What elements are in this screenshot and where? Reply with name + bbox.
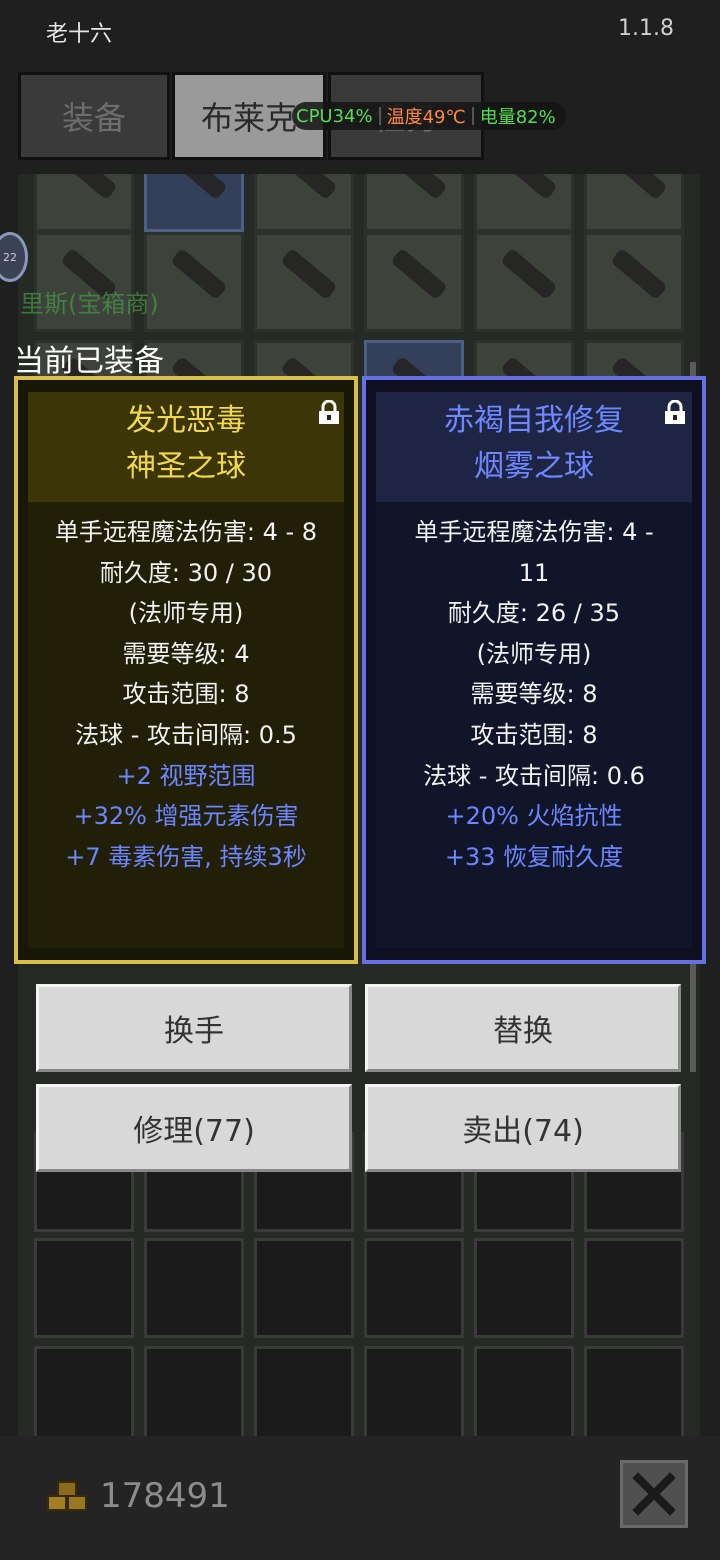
stat-line: (法师专用) bbox=[128, 599, 244, 628]
item-sprite bbox=[170, 174, 228, 201]
equipped-heading: 当前已装备 bbox=[14, 344, 164, 379]
item-stats: 单手远程魔法伤害: 4 - 8 耐久度: 30 / 30 (法师专用) 需要等级… bbox=[28, 512, 344, 877]
bonus-line: +32% 增强元素伤害 bbox=[73, 802, 299, 831]
stat-line: 需要等级: 4 bbox=[122, 639, 250, 668]
swap-hand-button[interactable]: 换手 bbox=[36, 984, 352, 1072]
replace-button[interactable]: 替换 bbox=[365, 984, 681, 1072]
stat-line: 法球 - 攻击间隔: 0.5 bbox=[75, 720, 297, 749]
inventory-slot[interactable] bbox=[144, 174, 244, 232]
bonus-line: +2 视野范围 bbox=[116, 761, 256, 790]
gold-coins-icon bbox=[47, 1481, 87, 1511]
stat-line: 11 bbox=[518, 558, 550, 587]
stat-line: 法球 - 攻击间隔: 0.6 bbox=[423, 761, 645, 790]
divider bbox=[471, 107, 474, 125]
inventory-slot[interactable] bbox=[584, 1238, 684, 1338]
inventory-slot[interactable] bbox=[34, 174, 134, 232]
inventory-slot[interactable] bbox=[254, 232, 354, 332]
item-sprite bbox=[500, 247, 558, 301]
performance-overlay: CPU34% 温度49℃ 电量82% bbox=[292, 102, 566, 130]
cpu-usage: CPU34% bbox=[296, 105, 373, 127]
stat-line: 攻击范围: 8 bbox=[122, 680, 250, 709]
tab-equipment[interactable]: 装备 bbox=[18, 72, 170, 160]
inventory-slot[interactable] bbox=[364, 232, 464, 332]
equipped-item-card-right[interactable]: 赤褐自我修复 烟雾之球 单手远程魔法伤害: 4 - 11 耐久度: 26 / 3… bbox=[362, 376, 706, 964]
item-name-line2: 烟雾之球 bbox=[474, 449, 594, 484]
item-sprite bbox=[610, 174, 668, 201]
lock-icon[interactable] bbox=[316, 400, 342, 426]
inventory-slot[interactable] bbox=[474, 1238, 574, 1338]
character-name: 老十六 bbox=[46, 22, 113, 47]
item-sprite bbox=[170, 247, 228, 301]
bonus-line: +33 恢复耐久度 bbox=[444, 842, 624, 871]
item-name-line2: 神圣之球 bbox=[126, 449, 246, 484]
inventory-slot[interactable] bbox=[34, 1238, 134, 1338]
gold-amount: 178491 bbox=[100, 1476, 230, 1516]
item-sprite bbox=[60, 174, 118, 201]
stat-line: (法师专用) bbox=[476, 639, 592, 668]
lock-icon[interactable] bbox=[662, 400, 688, 426]
item-stats: 单手远程魔法伤害: 4 - 11 耐久度: 26 / 35 (法师专用) 需要等… bbox=[376, 512, 692, 877]
tab-label: 装备 bbox=[61, 99, 126, 137]
inventory-slot[interactable] bbox=[144, 232, 244, 332]
close-button[interactable] bbox=[620, 1460, 688, 1528]
bonus-line: +20% 火焰抗性 bbox=[445, 802, 623, 831]
item-sprite bbox=[390, 174, 448, 201]
inventory-slot[interactable] bbox=[34, 1346, 134, 1436]
inventory-slot[interactable] bbox=[144, 1346, 244, 1436]
stat-line: 需要等级: 8 bbox=[470, 680, 598, 709]
inventory-slot[interactable] bbox=[254, 174, 354, 232]
stat-line: 耐久度: 30 / 30 bbox=[99, 558, 273, 587]
inventory-slot[interactable] bbox=[474, 232, 574, 332]
repair-button[interactable]: 修理(77) bbox=[36, 1084, 352, 1172]
inventory-slot[interactable] bbox=[254, 1238, 354, 1338]
inventory-slot[interactable] bbox=[474, 174, 574, 232]
item-name-line1: 赤褐自我修复 bbox=[444, 403, 624, 438]
background-npc-label: 里斯(宝箱商) bbox=[20, 290, 159, 318]
inventory-slot[interactable] bbox=[364, 1346, 464, 1436]
inventory-slot[interactable] bbox=[254, 1346, 354, 1436]
item-sprite bbox=[610, 247, 668, 301]
item-name-line1: 发光恶毒 bbox=[126, 403, 246, 438]
inventory-slot[interactable] bbox=[584, 1346, 684, 1436]
item-sprite bbox=[500, 174, 558, 201]
sell-button[interactable]: 卖出(74) bbox=[365, 1084, 681, 1172]
stat-line: 单手远程魔法伤害: 4 - 8 bbox=[54, 518, 318, 546]
divider bbox=[378, 107, 381, 125]
inventory-slot[interactable] bbox=[364, 174, 464, 232]
inventory-slot[interactable] bbox=[584, 174, 684, 232]
battery-level: 电量82% bbox=[479, 107, 556, 128]
item-name: 赤褐自我修复 烟雾之球 bbox=[376, 392, 692, 502]
close-icon bbox=[632, 1472, 676, 1516]
bonus-line: +7 毒素伤害, 持续3秒 bbox=[65, 842, 307, 871]
device-temperature: 温度49℃ bbox=[386, 107, 466, 128]
tab-label: 布莱克 bbox=[200, 99, 297, 137]
item-sprite bbox=[390, 247, 448, 301]
inventory-slot[interactable] bbox=[584, 232, 684, 332]
equipped-item-card-left[interactable]: 发光恶毒 神圣之球 单手远程魔法伤害: 4 - 8 耐久度: 30 / 30 (… bbox=[14, 376, 358, 964]
inventory-slot[interactable] bbox=[474, 1346, 574, 1436]
item-sprite bbox=[280, 247, 338, 301]
item-sprite bbox=[280, 174, 338, 201]
stat-line: 耐久度: 26 / 35 bbox=[447, 599, 621, 628]
inventory-slot[interactable] bbox=[144, 1238, 244, 1338]
stat-line: 单手远程魔法伤害: 4 - bbox=[414, 518, 654, 546]
item-name: 发光恶毒 神圣之球 bbox=[28, 392, 344, 502]
stat-line: 攻击范围: 8 bbox=[470, 720, 598, 749]
version-label: 1.1.8 bbox=[618, 16, 674, 41]
inventory-slot[interactable] bbox=[364, 1238, 464, 1338]
